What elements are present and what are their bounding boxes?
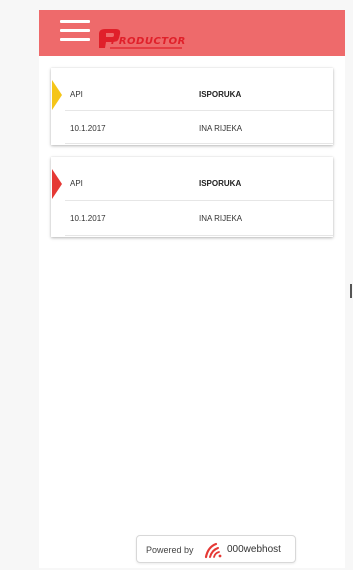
card-status: ISPORUKA [199,179,242,188]
app-page: PRODUCTOR API ISPORUKA 10.1.2017 INA RIJ… [39,10,345,568]
card-date: 10.1.2017 [70,124,106,133]
card-type: API [70,90,83,99]
card-status: ISPORUKA [199,90,242,99]
scrollbar-handle[interactable] [350,284,352,298]
divider [65,200,333,201]
logo-text: PRODUCTOR [111,36,186,47]
000webhost-logo-icon [204,542,222,559]
card-header-row: API ISPORUKA [51,78,333,110]
powered-by-label: Powered by [146,545,194,555]
card-detail-row: 10.1.2017 INA RIJEKA [51,202,333,234]
card-date: 10.1.2017 [70,214,106,223]
divider [65,235,333,236]
brand-name: 000webhost [227,544,281,555]
powered-by-badge[interactable]: Powered by 000webhost [136,535,296,563]
card-detail-row: 10.1.2017 INA RIJEKA [51,112,333,144]
card-location: INA RIJEKA [199,214,243,223]
divider [65,110,333,111]
card-header-row: API ISPORUKA [51,167,333,199]
card-location: INA RIJEKA [199,124,243,133]
card-type: API [70,179,83,188]
hamburger-icon[interactable] [60,20,90,42]
delivery-card[interactable]: API ISPORUKA 10.1.2017 INA RIJEKA [51,157,333,237]
productor-logo[interactable]: PRODUCTOR [96,27,186,51]
delivery-card[interactable]: API ISPORUKA 10.1.2017 INA RIJEKA [51,68,333,145]
app-header: PRODUCTOR [39,10,345,56]
divider [65,143,333,144]
